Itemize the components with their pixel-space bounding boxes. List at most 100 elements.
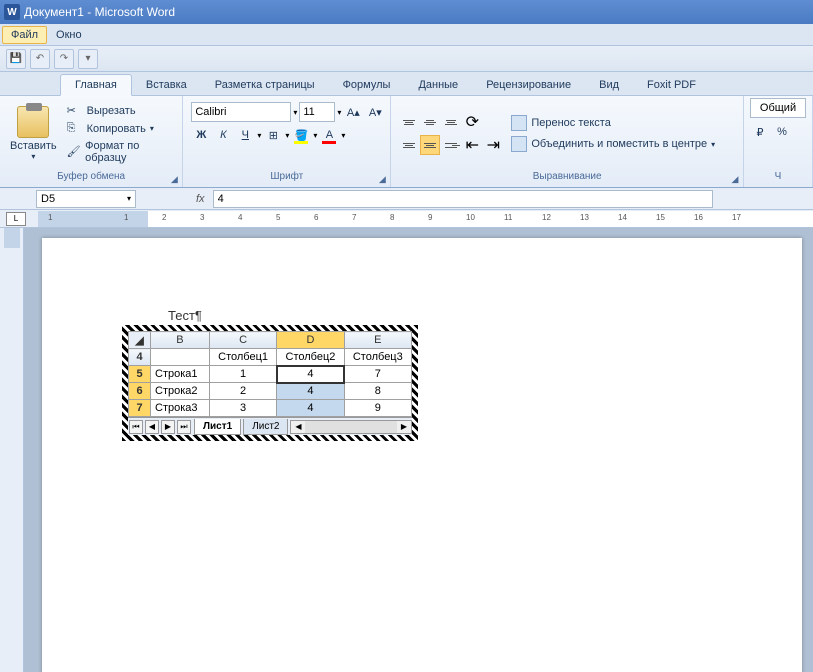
tab-view[interactable]: Вид xyxy=(585,75,633,95)
document-area: Тест¶ ◢ B C D E 4 Столбец1 Столбец2 xyxy=(0,228,813,672)
chevron-down-icon[interactable]: ▾ xyxy=(313,131,317,140)
tab-insert[interactable]: Вставка xyxy=(132,75,201,95)
currency-button[interactable]: ₽ xyxy=(750,122,770,142)
row-header-5[interactable]: 5 xyxy=(129,366,151,383)
row-header-7[interactable]: 7 xyxy=(129,400,151,417)
format-painter-button[interactable]: 🖌 Формат по образцу xyxy=(67,139,175,165)
chevron-down-icon[interactable]: ▾ xyxy=(337,108,341,117)
number-format-select[interactable] xyxy=(750,98,806,118)
merge-center-button[interactable]: Объединить и поместить в центре ▾ xyxy=(509,135,717,153)
cell-d6[interactable]: 4 xyxy=(277,383,344,400)
page-container[interactable]: Тест¶ ◢ B C D E 4 Столбец1 Столбец2 xyxy=(24,228,813,672)
scroll-right-icon[interactable]: ▶ xyxy=(397,421,411,433)
font-name-select[interactable] xyxy=(191,102,291,122)
decrease-indent-button[interactable]: ⇤ xyxy=(462,135,482,155)
cell-c6[interactable]: 2 xyxy=(209,383,276,400)
cell-e4[interactable]: Столбец3 xyxy=(344,349,411,366)
align-right-button[interactable] xyxy=(441,135,461,155)
increase-indent-button[interactable]: ⇥ xyxy=(483,135,503,155)
cell-b4[interactable] xyxy=(151,349,210,366)
qat-save-icon[interactable]: 💾 xyxy=(6,49,26,69)
sheet-grid[interactable]: ◢ B C D E 4 Столбец1 Столбец2 Столбец3 xyxy=(128,331,412,417)
border-button[interactable]: ⊞ xyxy=(263,125,283,145)
font-launcher-icon[interactable]: ◢ xyxy=(376,173,388,185)
ruler-tick: 9 xyxy=(428,213,432,222)
orientation-button[interactable]: ⟳ xyxy=(462,112,482,132)
sheet-tab-2[interactable]: Лист2 xyxy=(243,419,288,435)
col-header-d[interactable]: D xyxy=(277,332,344,349)
chevron-down-icon[interactable]: ▾ xyxy=(293,108,297,117)
embedded-spreadsheet[interactable]: ◢ B C D E 4 Столбец1 Столбец2 Столбец3 xyxy=(122,325,418,441)
align-center-button[interactable] xyxy=(420,135,440,155)
align-left-button[interactable] xyxy=(399,135,419,155)
cell-d4[interactable]: Столбец2 xyxy=(277,349,344,366)
shrink-font-button[interactable]: A▾ xyxy=(365,102,385,122)
cell-c5[interactable]: 1 xyxy=(209,366,276,383)
align-middle-button[interactable] xyxy=(420,112,440,132)
font-color-button[interactable]: A xyxy=(319,125,339,145)
cell-e6[interactable]: 8 xyxy=(344,383,411,400)
clipboard-launcher-icon[interactable]: ◢ xyxy=(168,173,180,185)
grow-font-button[interactable]: A▴ xyxy=(343,102,363,122)
scroll-left-icon[interactable]: ◀ xyxy=(291,421,305,433)
tab-review[interactable]: Рецензирование xyxy=(472,75,585,95)
font-size-select[interactable] xyxy=(299,102,335,122)
col-header-c[interactable]: C xyxy=(209,332,276,349)
cell-d7[interactable]: 4 xyxy=(277,400,344,417)
cell-d5[interactable]: 4 xyxy=(277,366,344,383)
italic-button[interactable]: К xyxy=(213,125,233,145)
ruler-toggle-icon[interactable]: L xyxy=(6,212,26,226)
align-bottom-button[interactable] xyxy=(441,112,461,132)
qat-customize-icon[interactable]: ▾ xyxy=(78,49,98,69)
alignment-launcher-icon[interactable]: ◢ xyxy=(729,173,741,185)
bold-button[interactable]: Ж xyxy=(191,125,211,145)
cell-b6[interactable]: Строка2 xyxy=(151,383,210,400)
cell-b5[interactable]: Строка1 xyxy=(151,366,210,383)
tab-formulas[interactable]: Формулы xyxy=(329,75,405,95)
qat-redo-icon[interactable]: ↷ xyxy=(54,49,74,69)
sheet-tab-1[interactable]: Лист1 xyxy=(194,419,241,435)
cell-c7[interactable]: 3 xyxy=(209,400,276,417)
fx-icon[interactable]: fx xyxy=(196,193,205,205)
horizontal-ruler[interactable]: 11234567891011121314151617 xyxy=(38,211,813,227)
percent-button[interactable]: % xyxy=(772,122,792,142)
sheet-nav-prev-icon[interactable]: ◀ xyxy=(145,420,159,434)
chevron-down-icon[interactable]: ▾ xyxy=(341,131,345,140)
name-box[interactable]: D5 ▾ xyxy=(36,190,136,208)
cell-e7[interactable]: 9 xyxy=(344,400,411,417)
wrap-text-button[interactable]: Перенос текста xyxy=(509,114,717,132)
cut-button[interactable]: ✂ Вырезать xyxy=(67,103,175,119)
sheet-nav-last-icon[interactable]: ⏭ xyxy=(177,420,191,434)
underline-button[interactable]: Ч xyxy=(235,125,255,145)
chevron-down-icon[interactable]: ▾ xyxy=(285,131,289,140)
fill-color-button[interactable]: 🪣 xyxy=(291,125,311,145)
copy-label: Копировать xyxy=(87,123,146,135)
chevron-down-icon[interactable]: ▾ xyxy=(257,131,261,140)
ruler-tick: 1 xyxy=(124,213,128,222)
row-header-4[interactable]: 4 xyxy=(129,349,151,366)
menu-file[interactable]: Файл xyxy=(2,26,47,44)
row-header-6[interactable]: 6 xyxy=(129,383,151,400)
paste-button[interactable]: Вставить ▾ xyxy=(4,104,63,163)
tab-foxit-pdf[interactable]: Foxit PDF xyxy=(633,75,710,95)
cell-c4[interactable]: Столбец1 xyxy=(209,349,276,366)
sheet-nav-first-icon[interactable]: ⏮ xyxy=(129,420,143,434)
qat-undo-icon[interactable]: ↶ xyxy=(30,49,50,69)
cell-b7[interactable]: Строка3 xyxy=(151,400,210,417)
horizontal-scrollbar[interactable]: ◀ ▶ xyxy=(290,420,412,434)
group-clipboard: Вставить ▾ ✂ Вырезать ⎘ Копировать ▾ 🖌 Ф… xyxy=(0,96,183,187)
tab-page-layout[interactable]: Разметка страницы xyxy=(201,75,329,95)
cell-e5[interactable]: 7 xyxy=(344,366,411,383)
copy-button[interactable]: ⎘ Копировать ▾ xyxy=(67,121,175,137)
tab-home[interactable]: Главная xyxy=(60,74,132,96)
sheet-nav-next-icon[interactable]: ▶ xyxy=(161,420,175,434)
select-all-corner[interactable]: ◢ xyxy=(129,332,151,349)
group-number-label: Ч xyxy=(750,169,806,185)
align-top-button[interactable] xyxy=(399,112,419,132)
col-header-b[interactable]: B xyxy=(151,332,210,349)
menu-window[interactable]: Окно xyxy=(47,26,91,44)
formula-input[interactable] xyxy=(213,190,713,208)
vertical-ruler[interactable] xyxy=(0,228,24,672)
tab-data[interactable]: Данные xyxy=(404,75,472,95)
col-header-e[interactable]: E xyxy=(344,332,411,349)
